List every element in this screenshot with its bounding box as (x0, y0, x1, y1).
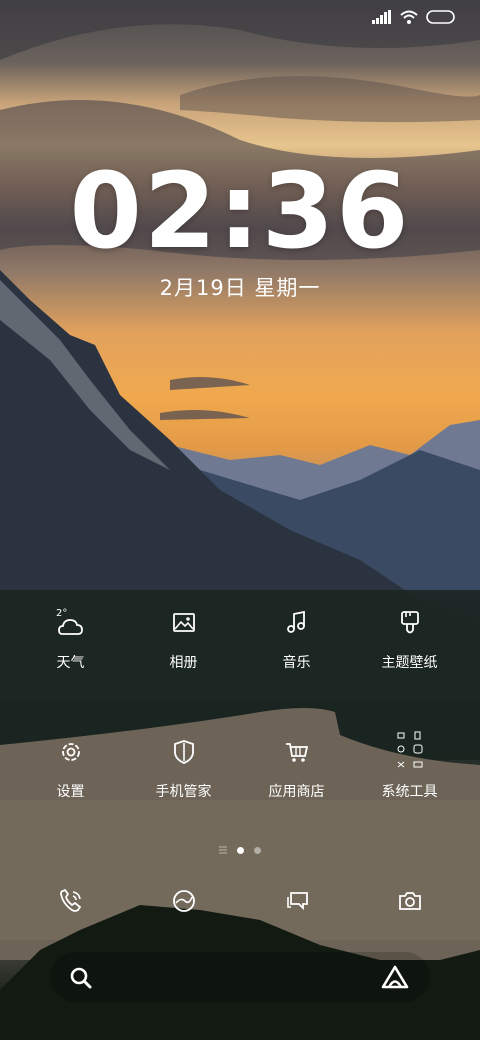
camera-icon (393, 884, 427, 918)
gallery-icon (167, 606, 201, 640)
dock-messages[interactable] (240, 884, 353, 918)
app-weather[interactable]: 2° 天气 (14, 606, 127, 672)
assistant-icon[interactable] (380, 964, 410, 990)
battery-icon (426, 10, 455, 24)
theme-icon (393, 606, 427, 640)
music-icon (280, 606, 314, 640)
signal-icon (372, 10, 391, 24)
weather-icon: 2° (54, 606, 88, 640)
page-indicator[interactable] (0, 846, 480, 854)
app-label: 设置 (56, 784, 85, 800)
weather-badge: 2° (56, 608, 67, 619)
app-label: 相册 (169, 655, 198, 671)
app-label: 系统工具 (381, 784, 438, 800)
lock-date: 2月19日 星期一 (159, 276, 321, 300)
security-icon (167, 735, 201, 769)
phone-icon (54, 884, 88, 918)
dock-phone[interactable] (14, 884, 127, 918)
app-label: 天气 (56, 655, 85, 671)
app-gallery[interactable]: 相册 (127, 606, 240, 672)
messages-icon (280, 884, 314, 918)
browser-icon (167, 884, 201, 918)
app-security[interactable]: 手机管家 (127, 735, 240, 801)
tools-folder-icon (393, 731, 427, 769)
dock-camera[interactable] (353, 884, 466, 918)
app-store[interactable]: 应用商店 (240, 735, 353, 801)
page-dot (254, 846, 261, 854)
app-settings[interactable]: 设置 (14, 735, 127, 801)
app-label: 手机管家 (155, 784, 212, 800)
lock-clock: 02:36 (69, 150, 411, 272)
dock-browser[interactable] (127, 884, 240, 918)
app-row-1: 2° 天气 相册 音乐 主题壁纸 (14, 606, 466, 672)
app-tools-folder[interactable]: 系统工具 (353, 731, 466, 801)
app-music[interactable]: 音乐 (240, 606, 353, 672)
search-bar[interactable] (50, 952, 430, 1002)
app-store-icon (280, 735, 314, 769)
app-row-2: 设置 手机管家 应用商店 系统工具 (14, 731, 466, 801)
search-icon[interactable] (68, 965, 94, 991)
home-list-icon (219, 846, 227, 854)
settings-icon (54, 735, 88, 769)
wifi-icon (400, 10, 418, 24)
dock (14, 884, 466, 918)
app-label: 音乐 (282, 655, 311, 671)
app-theme[interactable]: 主题壁纸 (353, 606, 466, 672)
app-label: 应用商店 (268, 784, 325, 800)
status-bar (372, 10, 456, 24)
app-label: 主题壁纸 (381, 655, 438, 671)
page-dot-active (237, 846, 244, 854)
